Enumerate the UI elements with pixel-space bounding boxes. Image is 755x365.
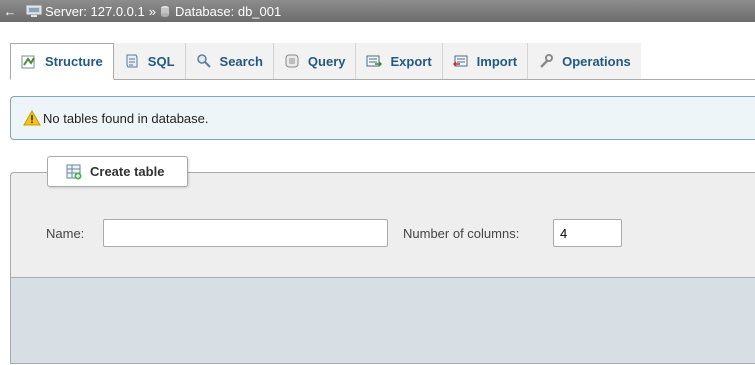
create-table-label: Create table [90,164,165,179]
tab-export[interactable]: Export [356,43,443,79]
tab-search[interactable]: Search [185,43,274,79]
wrench-icon [540,54,554,68]
notice-text: No tables found in database. [43,110,209,126]
breadcrumb: ← Server: 127.0.0.1 » Database: db_001 [0,0,755,22]
columns-label: Number of columns: [403,225,520,241]
tab-query-label: Query [307,53,346,69]
import-icon [452,55,468,67]
create-table-form: Name: Number of columns: [46,219,622,247]
breadcrumb-server-label[interactable]: Server: 127.0.0.1 [45,4,145,19]
tab-export-label: Export [390,53,432,69]
create-table-icon [66,164,82,179]
tab-operations[interactable]: Operations [528,43,641,79]
tab-operations-label: Operations [562,53,631,69]
tab-structure[interactable]: Structure [10,43,114,80]
breadcrumb-database[interactable]: Database: db_001 [160,4,281,19]
search-icon [196,54,211,68]
create-table-legend: Create table [47,156,188,187]
tab-structure-label: Structure [45,54,103,69]
breadcrumb-server[interactable]: Server: 127.0.0.1 [26,4,145,19]
back-arrow-icon[interactable]: ← [2,4,18,19]
tab-search-label: Search [219,53,263,69]
export-icon [366,55,383,67]
tab-sql[interactable]: SQL [113,43,186,79]
tab-import[interactable]: Import [442,43,529,79]
server-icon [26,5,42,17]
tab-bar: Structure SQL Search Query Export Import… [10,43,755,80]
sql-icon [126,54,138,68]
notice-box: No tables found in database. [10,96,755,140]
query-icon [285,54,299,68]
database-icon [160,5,169,17]
table-name-input[interactable] [103,219,388,247]
tab-query[interactable]: Query [273,43,357,79]
warning-icon [23,110,41,126]
fieldset-footer [10,278,755,364]
tab-import-label: Import [476,53,518,69]
name-label: Name: [46,225,85,241]
structure-icon [21,55,35,68]
breadcrumb-separator: » [148,3,156,19]
breadcrumb-database-label[interactable]: Database: db_001 [175,4,281,19]
tab-sql-label: SQL [147,53,175,69]
column-count-input[interactable] [553,219,622,247]
